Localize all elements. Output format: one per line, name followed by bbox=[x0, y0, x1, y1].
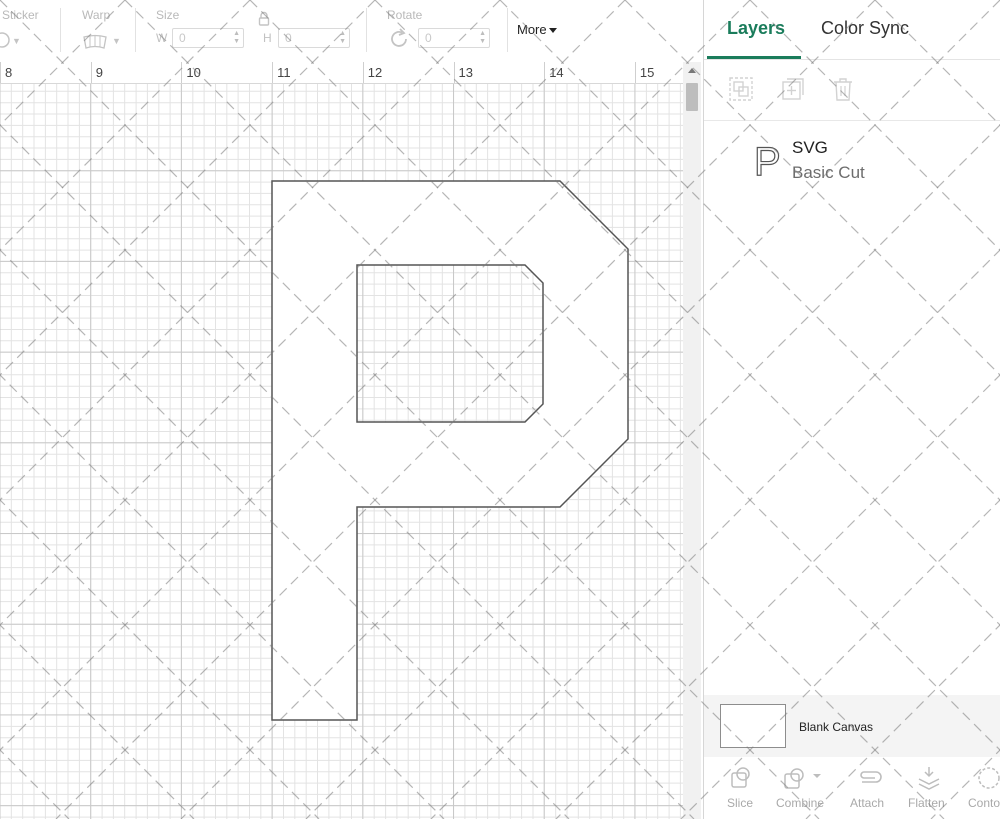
toolbar-divider bbox=[60, 8, 61, 52]
rotate-value: 0 bbox=[425, 31, 432, 45]
rotate-stepper-icon[interactable]: ▲ ▼ bbox=[479, 30, 486, 46]
attach-icon bbox=[860, 771, 882, 783]
design-canvas[interactable] bbox=[0, 84, 683, 819]
panel-tabs: Layers Color Sync bbox=[704, 0, 1000, 60]
ruler-tick bbox=[90, 62, 92, 83]
more-button[interactable]: More bbox=[517, 22, 557, 37]
layer-actions-bar bbox=[704, 61, 1000, 121]
attach-button[interactable]: Attach bbox=[848, 757, 892, 819]
toolbar-divider bbox=[507, 8, 508, 52]
layer-thumbnail: P bbox=[753, 140, 781, 184]
height-input[interactable]: 0 ▲ ▼ bbox=[278, 28, 350, 48]
canvas-label: Blank Canvas bbox=[799, 720, 874, 734]
horizontal-ruler: 8 9 10 11 12 13 14 15 bbox=[0, 62, 683, 84]
height-stepper-icon[interactable]: ▲ ▼ bbox=[339, 30, 346, 46]
ruler-number: 10 bbox=[186, 65, 201, 80]
flatten-icon bbox=[918, 767, 940, 790]
scroll-up-arrow-icon[interactable] bbox=[688, 68, 696, 73]
sticker-caret-icon[interactable]: ▼ bbox=[12, 36, 21, 46]
rotate-icon bbox=[391, 28, 407, 47]
toolbar-divider bbox=[135, 8, 136, 52]
rotate-label: Rotate bbox=[387, 8, 423, 22]
slice-label: Slice bbox=[727, 796, 754, 810]
vertical-scrollbar[interactable] bbox=[683, 62, 701, 819]
width-stepper-icon[interactable]: ▲ ▼ bbox=[233, 30, 240, 46]
sticker-label: Sticker bbox=[2, 8, 39, 22]
edit-toolbar: Sticker ▼ Warp ▼ Size W 0 ▲ ▼ H 0 ▲ ▼ Ro… bbox=[0, 0, 705, 62]
warp-caret-icon[interactable]: ▼ bbox=[112, 36, 121, 46]
tab-color-sync[interactable]: Color Sync bbox=[821, 18, 909, 39]
combine-label: Combine bbox=[776, 796, 825, 810]
combine-icon bbox=[784, 768, 821, 789]
height-label: H bbox=[263, 31, 272, 45]
combine-button[interactable]: Combine bbox=[775, 757, 835, 819]
ruler-number: 14 bbox=[549, 65, 564, 80]
height-value: 0 bbox=[285, 31, 292, 45]
canvas-color-swatch[interactable] bbox=[720, 704, 786, 748]
layer-operation-type[interactable]: Basic Cut bbox=[792, 163, 865, 183]
width-label: W bbox=[156, 31, 168, 45]
layers-panel: Layers Color Sync P SVG Basic Cut Blank … bbox=[704, 0, 1000, 819]
flatten-button[interactable]: Flatten bbox=[906, 757, 952, 819]
warp-icon[interactable] bbox=[82, 34, 108, 50]
ruler-number: 9 bbox=[95, 65, 103, 80]
contour-button[interactable]: Conto bbox=[966, 757, 1000, 819]
width-input[interactable]: 0 ▲ ▼ bbox=[172, 28, 244, 48]
attach-label: Attach bbox=[850, 796, 885, 810]
blank-canvas-row[interactable]: Blank Canvas bbox=[704, 695, 1000, 757]
scrollbar-thumb[interactable] bbox=[686, 83, 698, 111]
more-label: More bbox=[517, 22, 547, 37]
slice-icon bbox=[731, 767, 750, 788]
chevron-down-icon bbox=[548, 28, 557, 34]
layer-bottom-actions: Slice Combine Attach Flatten Conto bbox=[704, 757, 1000, 819]
ruler-tick bbox=[634, 62, 636, 83]
size-label: Size bbox=[156, 8, 180, 22]
letter-p-outline[interactable] bbox=[271, 180, 629, 721]
delete-icon[interactable] bbox=[830, 76, 856, 102]
group-icon[interactable] bbox=[728, 76, 754, 102]
ruler-tick bbox=[0, 62, 1, 83]
ruler-number: 12 bbox=[367, 65, 383, 80]
ruler-number: 8 bbox=[5, 65, 13, 80]
layer-item[interactable]: P SVG Basic Cut bbox=[704, 122, 1000, 192]
letter-p-shape[interactable] bbox=[0, 84, 683, 819]
rotate-input[interactable]: 0 ▲ ▼ bbox=[418, 28, 490, 48]
tab-layers[interactable]: Layers bbox=[727, 18, 785, 39]
ruler-number: 15 bbox=[639, 65, 655, 80]
ruler-tick bbox=[362, 62, 364, 83]
ruler-tick bbox=[544, 62, 546, 83]
warp-label: Warp bbox=[82, 8, 111, 22]
toolbar-divider bbox=[366, 8, 367, 52]
lock-icon[interactable] bbox=[258, 11, 270, 26]
ruler-tick bbox=[272, 62, 274, 83]
active-tab-indicator bbox=[707, 56, 801, 59]
ruler-number: 11 bbox=[277, 65, 291, 80]
ruler-tick bbox=[453, 62, 455, 83]
layer-name: SVG bbox=[792, 138, 828, 157]
ruler-number: 13 bbox=[458, 65, 473, 80]
slice-button[interactable]: Slice bbox=[724, 757, 758, 819]
contour-label: Conto bbox=[968, 796, 1000, 810]
width-value: 0 bbox=[179, 31, 186, 45]
ruler-tick bbox=[181, 62, 183, 83]
sticker-icon[interactable] bbox=[0, 32, 10, 48]
flatten-label: Flatten bbox=[908, 796, 945, 810]
duplicate-icon[interactable] bbox=[780, 76, 806, 102]
contour-icon bbox=[978, 767, 1000, 789]
